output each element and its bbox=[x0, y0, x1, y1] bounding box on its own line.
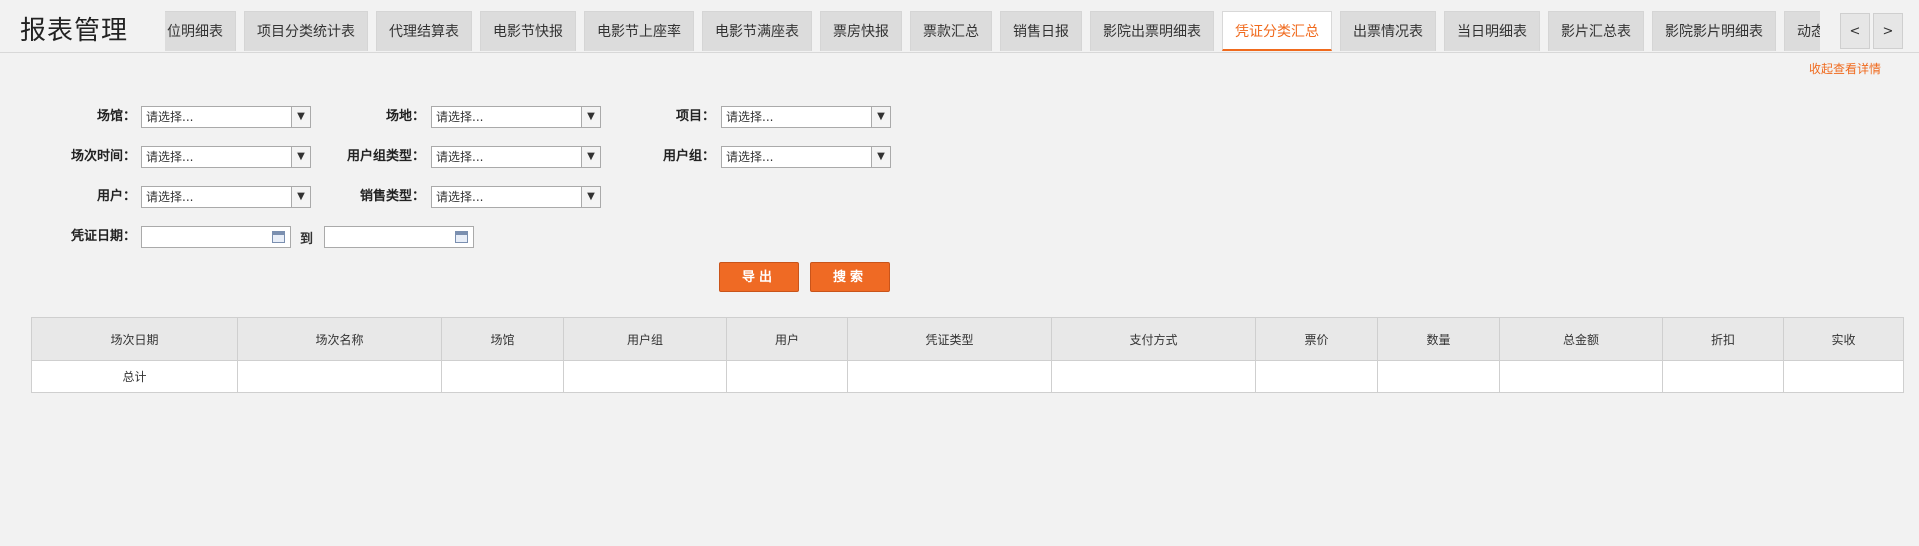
tab-11[interactable]: 出票情况表 bbox=[1340, 11, 1436, 51]
table-cell bbox=[441, 360, 564, 393]
total-label: 总计 bbox=[31, 360, 238, 393]
voucher-date-to-input[interactable] bbox=[324, 226, 474, 248]
site-label: 场地： bbox=[385, 109, 425, 124]
calendar-icon[interactable] bbox=[272, 231, 285, 243]
voucher-summary-table: 场次日期 场次名称 场馆 用户组 用户 凭证类型 支付方式 票价 数量 总金额 折扣 实收 总计 bbox=[31, 317, 1904, 393]
venue-select[interactable]: 请选择... ▼ bbox=[141, 106, 311, 128]
user-group-type-label: 用户组类型： bbox=[346, 149, 425, 164]
calendar-icon[interactable] bbox=[455, 231, 468, 243]
tab-strip: 位明细表 项目分类统计表 代理结算表 电影节快报 电影节上座率 电影节满座表 票房快报 票款汇… bbox=[165, 11, 1820, 52]
table-cell bbox=[563, 360, 727, 393]
tab-3[interactable]: 电影节快报 bbox=[480, 11, 576, 51]
user-group-select-value: 请选择... bbox=[726, 150, 774, 164]
tab-next-button[interactable]: > bbox=[1873, 13, 1903, 49]
user-group-select[interactable]: 请选择... ▼ bbox=[721, 146, 891, 168]
chevron-down-icon: ▼ bbox=[581, 187, 600, 207]
venue-label: 场馆： bbox=[96, 109, 136, 124]
tab-14[interactable]: 影院影片明细表 bbox=[1652, 11, 1776, 51]
collapse-details-link[interactable]: 收起查看详情 bbox=[1809, 60, 1881, 77]
column-header[interactable]: 实收 bbox=[1783, 317, 1904, 361]
site-select-value: 请选择... bbox=[436, 110, 484, 124]
column-header[interactable]: 场次日期 bbox=[31, 317, 238, 361]
top-bar: 报表管理 位明细表 项目分类统计表 代理结算表 电影节快报 电影节上座率 电影节满座表 票房… bbox=[0, 0, 1919, 53]
tab-prev-button[interactable]: < bbox=[1840, 13, 1870, 49]
column-header[interactable]: 场馆 bbox=[441, 317, 564, 361]
date-to-label: 到 bbox=[300, 232, 314, 247]
table-cell bbox=[726, 360, 848, 393]
column-header[interactable]: 支付方式 bbox=[1051, 317, 1256, 361]
column-header[interactable]: 票价 bbox=[1255, 317, 1378, 361]
sale-type-select[interactable]: 请选择... ▼ bbox=[431, 186, 601, 208]
chevron-down-icon: ▼ bbox=[871, 107, 890, 127]
chevron-down-icon: ▼ bbox=[291, 187, 310, 207]
tab-6[interactable]: 票房快报 bbox=[820, 11, 902, 51]
table-cell bbox=[237, 360, 442, 393]
sale-type-select-value: 请选择... bbox=[436, 190, 484, 204]
column-header[interactable]: 场次名称 bbox=[237, 317, 442, 361]
tab-10[interactable]: 凭证分类汇总 bbox=[1222, 11, 1332, 51]
site-select[interactable]: 请选择... ▼ bbox=[431, 106, 601, 128]
session-time-select-value: 请选择... bbox=[146, 150, 194, 164]
table-cell bbox=[1051, 360, 1256, 393]
chevron-down-icon: ▼ bbox=[291, 107, 310, 127]
sale-type-label: 销售类型： bbox=[359, 189, 425, 204]
item-select-value: 请选择... bbox=[726, 110, 774, 124]
column-header[interactable]: 折扣 bbox=[1662, 317, 1784, 361]
tab-13[interactable]: 影片汇总表 bbox=[1548, 11, 1644, 51]
session-time-select[interactable]: 请选择... ▼ bbox=[141, 146, 311, 168]
tab-5[interactable]: 电影节满座表 bbox=[702, 11, 812, 51]
tab-9[interactable]: 影院出票明细表 bbox=[1090, 11, 1214, 51]
item-label: 项目： bbox=[675, 109, 715, 124]
tab-12[interactable]: 当日明细表 bbox=[1444, 11, 1540, 51]
tab-15[interactable]: 动态报表 bbox=[1784, 11, 1820, 51]
column-header[interactable]: 凭证类型 bbox=[847, 317, 1052, 361]
voucher-date-label: 凭证日期： bbox=[70, 229, 136, 244]
user-select-value: 请选择... bbox=[146, 190, 194, 204]
column-header[interactable]: 用户 bbox=[726, 317, 848, 361]
tab-4[interactable]: 电影节上座率 bbox=[584, 11, 694, 51]
session-time-label: 场次时间： bbox=[70, 149, 136, 164]
column-header[interactable]: 数量 bbox=[1377, 317, 1500, 361]
item-select[interactable]: 请选择... ▼ bbox=[721, 106, 891, 128]
chevron-down-icon: ▼ bbox=[581, 147, 600, 167]
table-cell bbox=[1499, 360, 1663, 393]
report-tabs: 位明细表 项目分类统计表 代理结算表 电影节快报 电影节上座率 电影节满座表 票房快报 票款汇… bbox=[165, 11, 1820, 52]
user-group-type-select[interactable]: 请选择... ▼ bbox=[431, 146, 601, 168]
table-header-row: 场次日期 场次名称 场馆 用户组 用户 凭证类型 支付方式 票价 数量 总金额 折扣 实收 bbox=[31, 317, 1904, 361]
tab-1[interactable]: 项目分类统计表 bbox=[244, 11, 368, 51]
table-cell bbox=[1662, 360, 1784, 393]
user-label: 用户： bbox=[96, 189, 136, 204]
export-button[interactable]: 导出 bbox=[719, 262, 799, 292]
user-group-label: 用户组： bbox=[662, 149, 715, 164]
page-title: 报表管理 bbox=[20, 16, 129, 46]
chevron-down-icon: ▼ bbox=[291, 147, 310, 167]
table-cell bbox=[1255, 360, 1378, 393]
tab-0[interactable]: 位明细表 bbox=[165, 11, 236, 51]
table-cell bbox=[1783, 360, 1904, 393]
tab-8[interactable]: 销售日报 bbox=[1000, 11, 1082, 51]
column-header[interactable]: 总金额 bbox=[1499, 317, 1663, 361]
tab-2[interactable]: 代理结算表 bbox=[376, 11, 472, 51]
search-button[interactable]: 搜索 bbox=[810, 262, 890, 292]
venue-select-value: 请选择... bbox=[146, 110, 194, 124]
chevron-down-icon: ▼ bbox=[581, 107, 600, 127]
column-header[interactable]: 用户组 bbox=[563, 317, 727, 361]
voucher-date-from-input[interactable] bbox=[141, 226, 291, 248]
user-select[interactable]: 请选择... ▼ bbox=[141, 186, 311, 208]
total-row: 总计 bbox=[31, 360, 1904, 393]
user-group-type-select-value: 请选择... bbox=[436, 150, 484, 164]
table-cell bbox=[847, 360, 1052, 393]
tab-7[interactable]: 票款汇总 bbox=[910, 11, 992, 51]
table-cell bbox=[1377, 360, 1500, 393]
chevron-down-icon: ▼ bbox=[871, 147, 890, 167]
